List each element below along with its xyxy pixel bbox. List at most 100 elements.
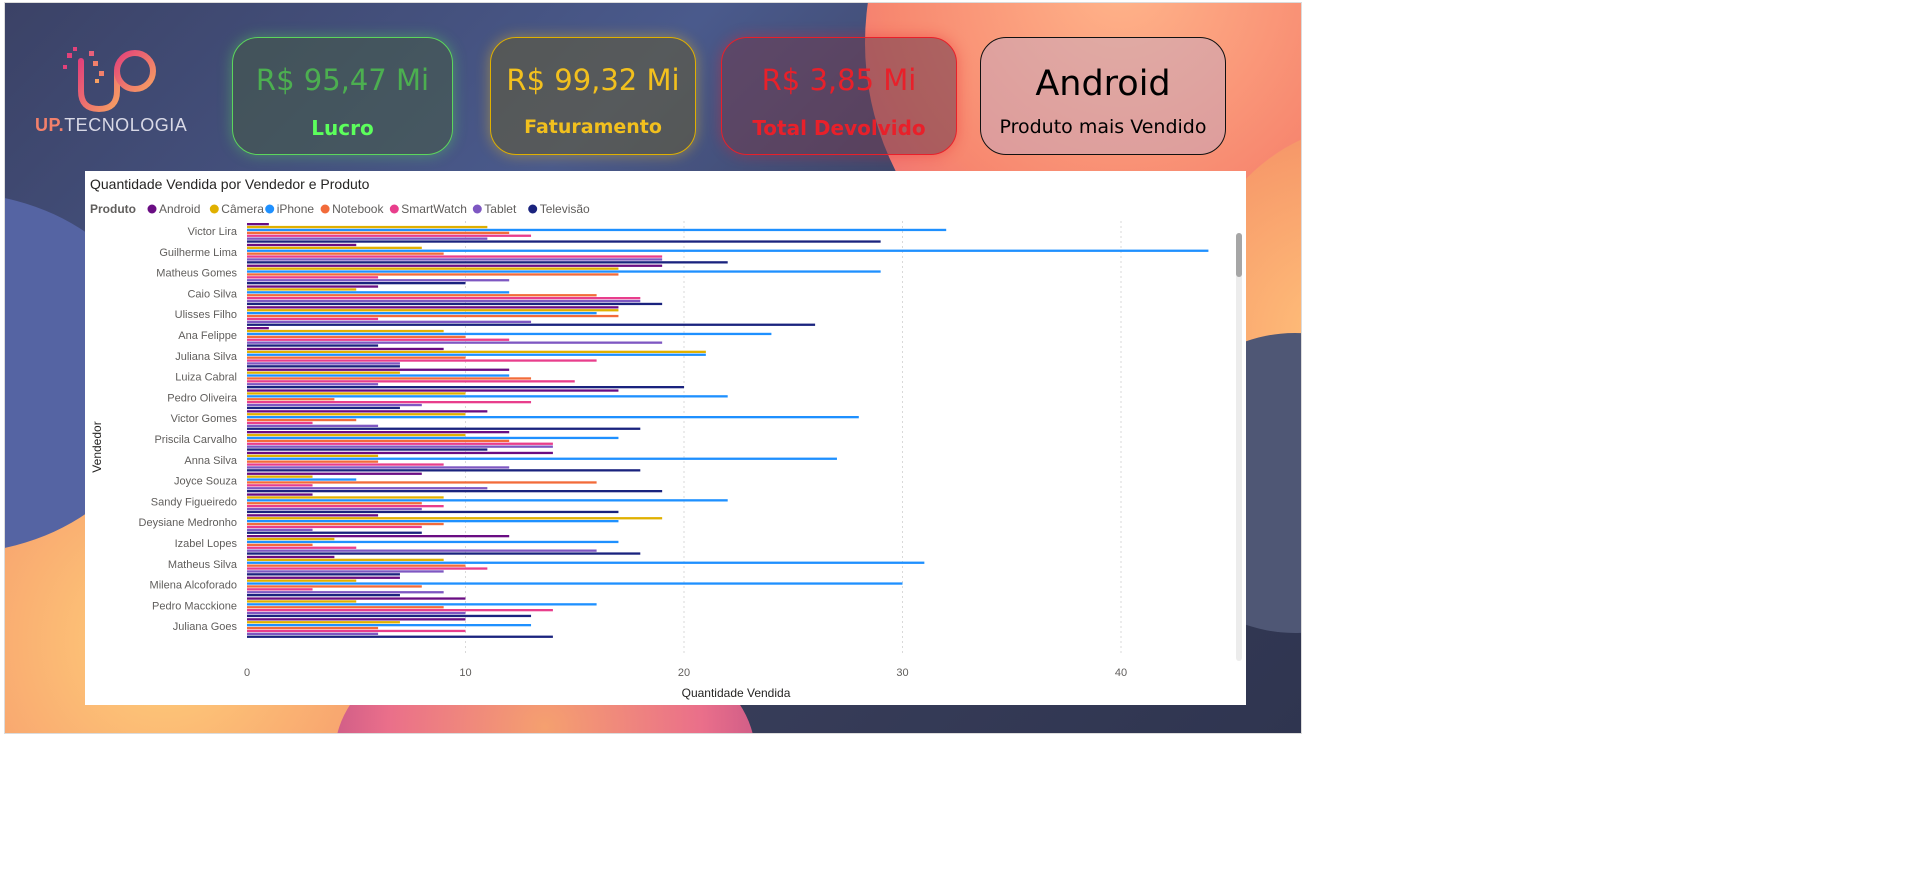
legend-item: iPhone: [277, 202, 315, 216]
x-tick-label: 20: [678, 667, 690, 679]
legend-marker: [147, 204, 157, 214]
kpi-faturamento-label: Faturamento: [524, 116, 662, 138]
y-tick-label: Matheus Silva: [168, 559, 238, 571]
bar: [247, 312, 597, 315]
kpi-card-lucro: R$ 95,47 Mi Lucro: [232, 37, 453, 155]
bar: [247, 543, 313, 546]
bar: [247, 531, 422, 534]
bar: [247, 389, 619, 392]
bar: [247, 347, 444, 351]
bar: [247, 537, 335, 541]
legend-marker: [472, 204, 482, 214]
legend-marker: [265, 204, 275, 214]
bar: [247, 306, 619, 309]
brand-logo: [33, 47, 193, 157]
chart-scrollbar-thumb[interactable]: [1236, 233, 1242, 277]
bar: [247, 603, 597, 606]
bar: [247, 499, 728, 502]
bar: [247, 614, 532, 618]
bar: [247, 299, 641, 303]
bar: [247, 600, 357, 603]
bar: [247, 493, 313, 496]
bar: [247, 255, 663, 258]
x-tick-label: 0: [244, 667, 250, 679]
bar: [247, 252, 444, 255]
bar: [247, 481, 597, 484]
bar: [247, 457, 837, 460]
bar: [247, 436, 619, 440]
bar: [247, 549, 597, 552]
bar: [247, 431, 510, 434]
bar: [247, 335, 466, 338]
bar: [247, 624, 532, 627]
bar: [247, 362, 400, 365]
bar: [247, 243, 357, 247]
bar: [247, 469, 641, 472]
bar: [247, 249, 1209, 252]
bar: [247, 478, 357, 481]
bar: [247, 314, 619, 318]
x-tick-label: 10: [459, 667, 471, 679]
x-tick-label: 30: [896, 667, 908, 679]
legend-marker: [528, 204, 538, 214]
legend-marker: [320, 204, 330, 214]
y-tick-label: Joyce Souza: [174, 476, 238, 488]
bar: [247, 591, 444, 594]
legend-marker: [209, 204, 219, 214]
bar: [247, 234, 532, 237]
bar: [247, 421, 313, 425]
bar: [247, 323, 816, 326]
bar: [247, 410, 488, 413]
y-tick-label: Victor Lira: [188, 226, 238, 238]
bar: [247, 350, 706, 353]
bar: [247, 392, 466, 395]
bar: [247, 327, 269, 330]
bar: [247, 317, 379, 321]
bar: [247, 454, 379, 457]
bar: [247, 341, 663, 344]
bar: [247, 558, 444, 561]
bar: [247, 258, 663, 261]
y-tick-label: Pedro Oliveira: [167, 392, 238, 404]
bar: [247, 588, 313, 591]
legend-marker: [389, 204, 399, 214]
bar: [247, 279, 510, 282]
bar: [247, 371, 400, 374]
bar: [247, 561, 925, 564]
chart-scrollbar[interactable]: [1236, 233, 1242, 661]
bar: [247, 338, 510, 341]
bar: [247, 451, 553, 455]
bar: [247, 231, 510, 234]
kpi-produto-value: Android: [1035, 64, 1171, 104]
x-tick-label: 40: [1115, 667, 1127, 679]
bar: [247, 496, 444, 499]
kpi-card-faturamento: R$ 99,32 Mi Faturamento: [490, 37, 696, 155]
bar: [247, 609, 553, 612]
bar: [247, 611, 466, 615]
y-tick-label: Matheus Gomes: [156, 268, 237, 280]
y-tick-label: Guilherme Lima: [159, 247, 238, 259]
bar: [247, 445, 553, 448]
legend-item: SmartWatch: [401, 202, 467, 216]
bar: [247, 383, 379, 386]
brand-prefix: UP.: [35, 115, 65, 135]
y-tick-label: Sandy Figueiredo: [151, 496, 237, 508]
kpi-produto-label: Produto mais Vendido: [999, 116, 1207, 138]
legend-item: Notebook: [332, 202, 384, 216]
legend-item: Câmera: [221, 202, 264, 216]
bar: [247, 510, 619, 514]
bar: [247, 594, 400, 597]
bar: [247, 416, 859, 419]
bar: [247, 475, 313, 478]
y-tick-label: Luiza Cabral: [175, 372, 237, 384]
bar: [247, 427, 641, 430]
bar: [247, 597, 466, 600]
bar: [247, 564, 466, 567]
kpi-faturamento-value: R$ 99,32 Mi: [506, 63, 680, 97]
bar: [247, 332, 772, 336]
bar: [247, 246, 422, 249]
bar: [247, 433, 466, 437]
kpi-card-total-devolvido: R$ 3,85 Mi Total Devolvido: [721, 37, 957, 155]
bar: [247, 472, 422, 475]
bar: [247, 285, 379, 288]
